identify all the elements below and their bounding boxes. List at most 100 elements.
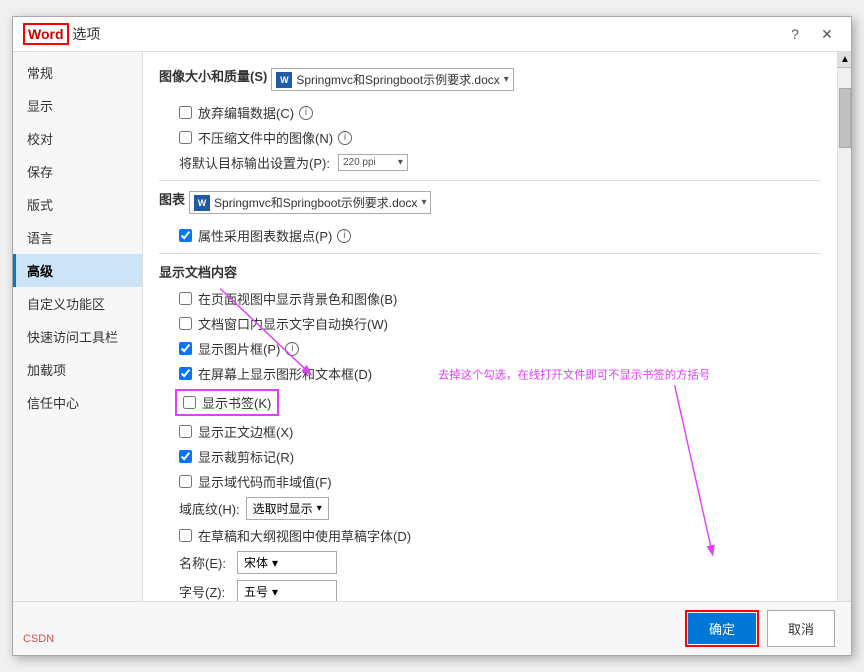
sidebar: 常规 显示 校对 保存 版式 语言 高级 自定义功能区 快速访问工具栏 加载项 … bbox=[13, 52, 143, 601]
sidebar-item-addins[interactable]: 加载项 bbox=[13, 353, 142, 386]
sidebar-item-save[interactable]: 保存 bbox=[13, 155, 142, 188]
scrollbar[interactable]: ▲ bbox=[837, 52, 851, 601]
image-section-header: 图像大小和质量(S) W Springmvc和Springboot示例要求.do… bbox=[159, 66, 821, 93]
show-textwrap-row: 文档窗口内显示文字自动换行(W) bbox=[179, 314, 821, 333]
sidebar-item-customize-ribbon[interactable]: 自定义功能区 bbox=[13, 287, 142, 320]
close-button[interactable]: ✕ bbox=[813, 23, 841, 45]
ppi-value: 220 ppi bbox=[343, 157, 376, 168]
sidebar-item-display[interactable]: 显示 bbox=[13, 89, 142, 122]
show-field-codes-label[interactable]: 显示域代码而非域值(F) bbox=[198, 472, 332, 491]
font-name-label: 名称(E): bbox=[179, 553, 229, 572]
chart-section-title: 图表 bbox=[159, 189, 185, 208]
show-bookmarks-checkbox[interactable] bbox=[183, 396, 196, 409]
show-crop-marks-label[interactable]: 显示裁剪标记(R) bbox=[198, 447, 294, 466]
field-shading-label: 域底纹(H): bbox=[179, 499, 240, 518]
show-picture-frame-row: 显示图片框(P) i bbox=[179, 339, 821, 358]
cancel-button[interactable]: 取消 bbox=[767, 610, 835, 647]
dialog-title: Word 选项 bbox=[23, 24, 100, 44]
dialog-footer: CSDN 确定 取消 bbox=[13, 601, 851, 655]
chart-file-name: Springmvc和Springboot示例要求.docx bbox=[214, 194, 417, 211]
draft-font-row: 在草稿和大纲视图中使用草稿字体(D) bbox=[179, 526, 821, 545]
sidebar-item-quick-access[interactable]: 快速访问工具栏 bbox=[13, 320, 142, 353]
title-bar: Word 选项 ? ✕ bbox=[13, 17, 851, 52]
sidebar-item-layout[interactable]: 版式 bbox=[13, 188, 142, 221]
show-bookmarks-row: 显示书签(K) bbox=[175, 389, 279, 416]
sidebar-item-general[interactable]: 常规 bbox=[13, 56, 142, 89]
ppi-selector[interactable]: 220 ppi ▾ bbox=[338, 154, 408, 171]
chevron-down-icon: ▾ bbox=[504, 74, 509, 85]
sidebar-item-advanced[interactable]: 高级 bbox=[13, 254, 142, 287]
content-area: 图像大小和质量(S) W Springmvc和Springboot示例要求.do… bbox=[143, 52, 837, 601]
field-shading-value: 选取时显示 bbox=[253, 500, 313, 517]
title-suffix: 选项 bbox=[72, 26, 100, 42]
show-bg-checkbox[interactable] bbox=[179, 292, 192, 305]
no-compress-checkbox[interactable] bbox=[179, 131, 192, 144]
font-size-label: 字号(Z): bbox=[179, 582, 229, 601]
show-field-codes-checkbox[interactable] bbox=[179, 475, 192, 488]
draft-font-checkbox[interactable] bbox=[179, 529, 192, 542]
ppi-chevron-icon: ▾ bbox=[398, 157, 403, 168]
chart-data-checkbox[interactable] bbox=[179, 229, 192, 242]
font-size-chevron-icon: ▾ bbox=[272, 585, 278, 599]
no-compress-label[interactable]: 不压缩文件中的图像(N) i bbox=[198, 128, 352, 147]
sidebar-item-trust-center[interactable]: 信任中心 bbox=[13, 386, 142, 419]
show-crop-marks-row: 显示裁剪标记(R) bbox=[179, 447, 821, 466]
font-size-row: 字号(Z): 五号 ▾ bbox=[179, 580, 821, 601]
dialog-body: 常规 显示 校对 保存 版式 语言 高级 自定义功能区 快速访问工具栏 加载项 … bbox=[13, 52, 851, 601]
show-crop-marks-checkbox[interactable] bbox=[179, 450, 192, 463]
font-size-combo[interactable]: 五号 ▾ bbox=[237, 580, 337, 601]
chartdata-info-icon[interactable]: i bbox=[337, 229, 351, 243]
font-name-chevron-icon: ▾ bbox=[272, 556, 278, 570]
show-picture-frame-label[interactable]: 显示图片框(P) i bbox=[198, 339, 299, 358]
picframe-info-icon[interactable]: i bbox=[285, 342, 299, 356]
sidebar-item-language[interactable]: 语言 bbox=[13, 221, 142, 254]
sidebar-item-proofing[interactable]: 校对 bbox=[13, 122, 142, 155]
chart-file-combo[interactable]: W Springmvc和Springboot示例要求.docx ▾ bbox=[189, 191, 431, 214]
show-bg-row: 在页面视图中显示背景色和图像(B) bbox=[179, 289, 821, 308]
show-text-boundary-row: 显示正文边框(X) bbox=[179, 422, 821, 441]
chart-chevron-icon: ▾ bbox=[421, 197, 426, 208]
show-bookmarks-label[interactable]: 显示书签(K) bbox=[202, 393, 271, 412]
show-doc-content-title: 显示文档内容 bbox=[159, 262, 821, 281]
title-bar-left: Word 选项 bbox=[23, 24, 100, 44]
discard-info-icon[interactable]: i bbox=[299, 106, 313, 120]
discard-edits-row: 放弃编辑数据(C) i bbox=[179, 103, 821, 122]
show-picture-frame-checkbox[interactable] bbox=[179, 342, 192, 355]
font-name-combo[interactable]: 宋体 ▾ bbox=[237, 551, 337, 574]
no-compress-row: 不压缩文件中的图像(N) i bbox=[179, 128, 821, 147]
scrollbar-up-btn[interactable]: ▲ bbox=[838, 52, 851, 68]
chart-data-label[interactable]: 属性采用图表数据点(P) i bbox=[198, 226, 351, 245]
field-shading-row: 域底纹(H): 选取时显示 ▾ bbox=[179, 497, 821, 520]
font-size-value: 五号 bbox=[244, 583, 268, 600]
discard-edits-label[interactable]: 放弃编辑数据(C) i bbox=[198, 103, 313, 122]
field-shading-combo[interactable]: 选取时显示 ▾ bbox=[246, 497, 329, 520]
show-textwrap-checkbox[interactable] bbox=[179, 317, 192, 330]
image-section-title: 图像大小和质量(S) bbox=[159, 66, 267, 85]
discard-edits-checkbox[interactable] bbox=[179, 106, 192, 119]
scrollbar-thumb[interactable] bbox=[839, 88, 851, 148]
font-name-row: 名称(E): 宋体 ▾ bbox=[179, 551, 821, 574]
word-options-dialog: Word 选项 ? ✕ 常规 显示 校对 保存 版式 语言 高级 自定义功能区 … bbox=[12, 16, 852, 656]
show-shapes-checkbox[interactable] bbox=[179, 367, 192, 380]
show-shapes-label[interactable]: 在屏幕上显示图形和文本框(D) bbox=[198, 364, 372, 383]
show-shapes-row: 在屏幕上显示图形和文本框(D) bbox=[179, 364, 821, 383]
chart-word-file-icon: W bbox=[194, 195, 210, 211]
chart-section-header: 图表 W Springmvc和Springboot示例要求.docx ▾ bbox=[159, 189, 821, 216]
title-bar-controls: ? ✕ bbox=[781, 23, 841, 45]
font-name-value: 宋体 bbox=[244, 554, 268, 571]
default-output-row: 将默认目标输出设置为(P): 220 ppi ▾ bbox=[179, 153, 821, 172]
show-text-boundary-label[interactable]: 显示正文边框(X) bbox=[198, 422, 293, 441]
chart-data-row: 属性采用图表数据点(P) i bbox=[179, 226, 821, 245]
image-file-combo[interactable]: W Springmvc和Springboot示例要求.docx ▾ bbox=[271, 68, 513, 91]
nocompress-info-icon[interactable]: i bbox=[338, 131, 352, 145]
show-text-boundary-checkbox[interactable] bbox=[179, 425, 192, 438]
show-textwrap-label[interactable]: 文档窗口内显示文字自动换行(W) bbox=[198, 314, 388, 333]
show-bg-label[interactable]: 在页面视图中显示背景色和图像(B) bbox=[198, 289, 397, 308]
confirm-button-box: 确定 bbox=[685, 610, 759, 647]
confirm-button[interactable]: 确定 bbox=[688, 613, 756, 644]
help-button[interactable]: ? bbox=[781, 23, 809, 45]
image-file-name: Springmvc和Springboot示例要求.docx bbox=[296, 71, 499, 88]
csdn-watermark: CSDN bbox=[23, 633, 54, 645]
draft-font-label[interactable]: 在草稿和大纲视图中使用草稿字体(D) bbox=[198, 526, 411, 545]
word-label: Word bbox=[23, 23, 69, 45]
